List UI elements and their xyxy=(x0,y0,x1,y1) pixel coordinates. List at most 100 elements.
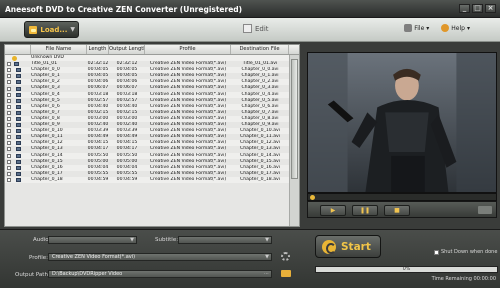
seek-knob[interactable] xyxy=(310,195,315,200)
audio-select[interactable]: ▼ xyxy=(48,236,137,244)
maximize-button[interactable]: □ xyxy=(472,4,483,13)
column-header-output-length[interactable]: Output Length xyxy=(109,45,145,54)
start-label: Start xyxy=(341,240,371,253)
shutdown-checkbox[interactable] xyxy=(434,249,439,255)
row-checkbox[interactable] xyxy=(7,129,11,134)
row-checkbox[interactable] xyxy=(7,123,11,128)
vertical-scrollbar[interactable] xyxy=(289,55,299,226)
film-icon xyxy=(16,98,21,103)
row-check xyxy=(5,177,31,183)
film-icon xyxy=(16,141,21,146)
edit-button[interactable]: Edit xyxy=(243,24,269,33)
film-icon xyxy=(16,104,21,109)
row-checkbox[interactable] xyxy=(7,165,11,170)
progress-text: 0% xyxy=(402,267,411,272)
dvd-icon xyxy=(12,55,17,61)
edit-icon xyxy=(243,24,252,33)
output-path-value: D:\Backup\DVDRipper Video xyxy=(52,271,123,277)
load-button[interactable]: Load... ▼ xyxy=(24,21,79,38)
profile-label: Profile: xyxy=(29,255,48,261)
output-path-field[interactable]: D:\Backup\DVDRipper Video ⋯ xyxy=(48,270,272,278)
gear-icon[interactable] xyxy=(281,252,290,261)
chevron-down-icon: ▼ xyxy=(265,254,269,260)
row-output-length: 00:04:59 xyxy=(116,176,138,182)
chevron-down-icon[interactable]: ▼ xyxy=(70,26,75,33)
row-checkbox[interactable] xyxy=(7,116,11,121)
row-checkbox[interactable] xyxy=(7,110,11,115)
scrollbar-thumb[interactable] xyxy=(291,59,298,179)
table-row[interactable]: Chapter_0_18 00:04:59 00:04:59 Creative … xyxy=(5,176,291,183)
camera-icon[interactable] xyxy=(478,206,492,214)
row-checkbox[interactable] xyxy=(7,153,11,158)
row-file-name: Chapter_0_18 xyxy=(31,176,63,182)
film-icon xyxy=(16,80,21,85)
load-label: Load... xyxy=(40,25,68,34)
row-checkbox[interactable] xyxy=(7,98,11,103)
title-bar: Aneesoft DVD to Creative ZEN Converter (… xyxy=(0,0,500,18)
help-icon xyxy=(441,24,450,32)
stop-button[interactable]: ■ xyxy=(384,205,410,216)
row-checkbox[interactable] xyxy=(7,177,11,182)
start-button[interactable]: Start xyxy=(315,235,381,258)
window-title: Aneesoft DVD to Creative ZEN Converter (… xyxy=(5,5,243,14)
folder-icon[interactable] xyxy=(281,270,291,277)
film-icon xyxy=(16,110,21,115)
row-checkbox[interactable] xyxy=(7,62,11,67)
film-icon xyxy=(16,159,21,164)
convert-icon xyxy=(322,239,336,254)
column-header-destination[interactable]: Destination File xyxy=(231,45,289,54)
row-checkbox[interactable] xyxy=(7,92,11,97)
film-icon xyxy=(16,153,21,158)
pause-button[interactable]: ❚❚ xyxy=(352,205,378,216)
chevron-down-icon: ▼ xyxy=(130,237,134,243)
output-path-label: Output Path: xyxy=(15,272,50,278)
row-checkbox[interactable] xyxy=(7,135,11,140)
window-controls: _ □ × xyxy=(459,4,496,13)
header-check xyxy=(5,45,31,54)
film-icon xyxy=(16,147,21,152)
close-button[interactable]: × xyxy=(485,4,496,13)
shutdown-option[interactable]: Shut Down when done xyxy=(434,249,497,255)
profile-select[interactable]: Creative ZEN Video Format(*.avi) ▼ xyxy=(48,253,272,261)
list-rows: Unknown DVD Title_01_01 02:32:12 02:32:1… xyxy=(5,55,291,183)
subtitle-label: Subtitle: xyxy=(155,237,179,243)
profile-value: Creative ZEN Video Format(*.avi) xyxy=(52,254,136,260)
help-menu-label: Help xyxy=(451,24,465,32)
chevron-down-icon: ▾ xyxy=(466,24,470,32)
film-icon xyxy=(16,129,21,134)
row-checkbox[interactable] xyxy=(7,68,11,73)
row-checkbox[interactable] xyxy=(7,80,11,85)
film-icon xyxy=(16,86,21,91)
row-checkbox[interactable] xyxy=(7,104,11,109)
file-menu[interactable]: File ▾ xyxy=(404,24,429,32)
column-header-length[interactable]: Length xyxy=(87,45,109,54)
time-remaining: Time Remaining 00:00:00 xyxy=(431,276,496,282)
film-icon xyxy=(16,165,21,170)
seek-bar[interactable] xyxy=(307,193,497,201)
play-button[interactable]: ▶ xyxy=(320,205,346,216)
preview-frame-image xyxy=(308,53,496,192)
row-checkbox[interactable] xyxy=(7,74,11,79)
row-checkbox[interactable] xyxy=(7,147,11,152)
film-icon xyxy=(16,123,21,128)
chevron-down-icon: ▾ xyxy=(426,24,430,32)
row-checkbox[interactable] xyxy=(7,171,11,176)
row-destination: Chapter_0_18.avi xyxy=(240,176,280,182)
minimize-button[interactable]: _ xyxy=(459,4,470,13)
column-header-profile[interactable]: Profile xyxy=(145,45,231,54)
row-checkbox[interactable] xyxy=(7,86,11,91)
row-checkbox[interactable] xyxy=(7,141,11,146)
film-icon xyxy=(16,68,21,73)
row-checkbox[interactable] xyxy=(7,159,11,164)
file-list: File Name Length Output Length Profile D… xyxy=(4,44,300,227)
film-icon xyxy=(14,62,19,67)
toolbar-menus: File ▾ Help ▾ xyxy=(404,24,470,32)
shutdown-label: Shut Down when done xyxy=(441,249,498,255)
subtitle-select[interactable]: ▼ xyxy=(178,236,272,244)
column-header-name[interactable]: File Name xyxy=(31,45,87,54)
help-menu[interactable]: Help ▾ xyxy=(441,24,470,32)
row-profile: Creative ZEN Video Format(*.avi) xyxy=(149,176,227,182)
chevron-down-icon: ▼ xyxy=(265,237,269,243)
progress-bar: 0% xyxy=(315,266,498,273)
list-header: File Name Length Output Length Profile D… xyxy=(5,45,299,55)
